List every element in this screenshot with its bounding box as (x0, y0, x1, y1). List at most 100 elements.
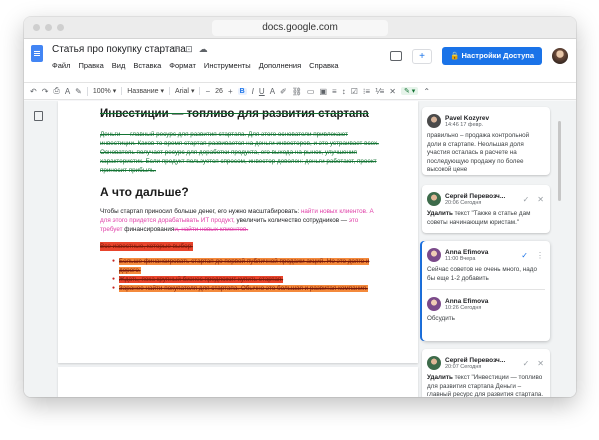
reply-text: Обсудить (427, 315, 455, 322)
comment-history-icon[interactable] (390, 51, 403, 61)
spellcheck-icon[interactable]: A (65, 87, 70, 96)
cloud-status-icon[interactable]: ☁ (199, 44, 208, 55)
text-color-icon[interactable]: A (270, 87, 275, 96)
italic-icon[interactable]: I (252, 87, 254, 96)
zoom-select[interactable]: 100% ▾ (93, 87, 123, 95)
comment-author: Anna Efimova (445, 248, 489, 256)
link-icon[interactable]: ⛓ (292, 87, 302, 96)
bold-icon[interactable]: B (237, 87, 247, 95)
add-comment-icon[interactable]: + (412, 48, 433, 64)
list-item[interactable]: Заранее найти покупателя для стартапа. О… (112, 284, 382, 293)
comment-meta: Сергей Перевозч... 20:07 Сегодня (445, 357, 505, 370)
suggestion-card[interactable]: Сергей Перевозч... 20:07 Сегодня ✓ ✕ Уда… (422, 349, 550, 397)
list-item[interactable]: Ждать, пока крупный бизнес предложит куп… (112, 275, 382, 284)
font-select[interactable]: Arial ▾ (174, 87, 201, 95)
line-spacing-icon[interactable]: ↕ (342, 87, 346, 96)
highlighted-line[interactable]: Все известные, которые выбор: (100, 242, 193, 251)
style-value: Название (127, 88, 159, 95)
image-icon[interactable]: ▣ (319, 87, 327, 96)
avatar (427, 192, 441, 206)
avatar (427, 248, 441, 262)
numbered-list-icon[interactable]: ⅟≡ (375, 87, 384, 96)
underline-icon[interactable]: U (259, 87, 265, 96)
menu-addons[interactable]: Дополнения (259, 61, 301, 70)
menu-file[interactable]: Файл (52, 61, 70, 70)
menu-view[interactable]: Вид (112, 61, 126, 70)
font-value: Arial (174, 88, 189, 95)
menu-format[interactable]: Формат (169, 61, 196, 70)
document-body[interactable]: Инвестиции — топливо для развития старта… (100, 107, 382, 293)
share-button[interactable]: 🔒 Настройки Доступа (442, 47, 542, 65)
header-actions: + 🔒 Настройки Доступа (390, 47, 568, 65)
menu-tools[interactable]: Инструменты (204, 61, 251, 70)
docs-logo-icon[interactable] (31, 45, 43, 62)
document-page[interactable]: Инвестиции — топливо для развития старта… (58, 101, 418, 363)
heading-deleted[interactable]: Инвестиции — топливо для развития старта… (100, 107, 382, 122)
comment-author: Сергей Перевозч... (445, 192, 506, 200)
comment-meta: Сергей Перевозч... 20:06 Сегодня (445, 193, 505, 206)
address-bar[interactable]: docs.google.com (212, 20, 388, 36)
star-icon[interactable]: ☆ (171, 44, 179, 55)
more-options-icon[interactable]: ⋮ (536, 251, 544, 260)
close-window-icon[interactable] (33, 24, 40, 31)
clear-format-icon[interactable]: ✕ (389, 87, 396, 96)
accept-suggestion-icon[interactable]: ✓ (523, 359, 530, 368)
text-run: увеличить количество сотрудников — (234, 217, 349, 224)
sidebar-scrollbar[interactable] (558, 121, 561, 201)
print-icon[interactable]: ⎙ (53, 86, 59, 96)
resolve-comment-icon[interactable]: ✓ (521, 251, 528, 260)
comment-thread-card[interactable]: Anna Efimova 11:00 Вчера ✓ ⋮ Сейчас сове… (422, 241, 550, 341)
menu-bar: Файл Правка Вид Вставка Формат Инструмен… (52, 61, 339, 70)
list-item-text: Ждать, пока крупный бизнес предложит куп… (119, 276, 284, 283)
minimize-window-icon[interactable] (45, 24, 52, 31)
comment-author: Сергей Перевозч... (445, 356, 506, 364)
undo-icon[interactable]: ↶ (30, 87, 37, 96)
browser-window: docs.google.com Статья про покупку старт… (24, 17, 576, 397)
document-outline-icon[interactable] (34, 111, 43, 121)
suggesting-mode-icon[interactable]: ✎ ▾ (401, 87, 419, 95)
reply-author: Anna Efimova (445, 297, 489, 305)
suggestion-text: Удалить текст "Инвестиции — топливо для … (427, 374, 545, 397)
reply-date: 10:26 Сегодня (445, 304, 482, 311)
menu-insert[interactable]: Вставка (133, 61, 161, 70)
paint-format-icon[interactable]: ✎ (75, 86, 88, 96)
document-title[interactable]: Статья про покупку стартапа (52, 44, 186, 55)
avatar (427, 114, 441, 128)
comment-card[interactable]: Pavel Kozyrev 14:46 17 февр. правильно –… (422, 107, 550, 175)
reject-suggestion-icon[interactable]: ✕ (537, 195, 544, 204)
comment-icon[interactable]: ▭ (307, 87, 315, 96)
reply-meta: Anna Efimova 10:26 Сегодня (445, 298, 488, 311)
suggested-deletion: и, найти новых клиентов. (174, 226, 249, 233)
title-icons: ☆ ⊡ ☁ (171, 44, 208, 55)
align-icon[interactable]: ≡ (332, 87, 337, 96)
accept-suggestion-icon[interactable]: ✓ (523, 195, 530, 204)
redo-icon[interactable]: ↷ (42, 87, 49, 96)
list-item[interactable]: Больше финансировать стартап до первой п… (112, 257, 382, 275)
collapse-menu-icon[interactable]: ⌃ (423, 87, 430, 96)
paragraph-deleted[interactable]: Деньги — главный ресурс для развития ста… (100, 130, 382, 175)
avatar (427, 356, 441, 370)
comment-author: Pavel Kozyrev (445, 114, 490, 122)
checklist-icon[interactable]: ☑ (351, 87, 358, 96)
increase-font-icon[interactable]: + (228, 87, 233, 96)
reply-header: Anna Efimova 10:26 Сегодня (427, 296, 545, 312)
suggestion-card[interactable]: Сергей Перевозч... 20:06 Сегодня ✓ ✕ Уда… (422, 185, 550, 233)
reject-suggestion-icon[interactable]: ✕ (537, 359, 544, 368)
menu-edit[interactable]: Правка (78, 61, 103, 70)
paragraph-scaling[interactable]: Чтобы стартап приносил больше денег, его… (100, 207, 382, 234)
suggestion-action: Удалить (427, 210, 453, 217)
document-page-2[interactable] (58, 367, 418, 397)
suggestion-actions: ✓ ✕ (523, 195, 544, 204)
heading-what-next[interactable]: А что дальше? (100, 185, 382, 199)
decrease-font-icon[interactable]: − (205, 87, 210, 96)
account-avatar[interactable] (552, 48, 568, 64)
menu-help[interactable]: Справка (309, 61, 338, 70)
bulleted-list-icon[interactable]: ⁝≡ (363, 87, 370, 96)
move-folder-icon[interactable]: ⊡ (185, 44, 193, 55)
document-workspace: Инвестиции — топливо для развития старта… (24, 101, 576, 397)
highlight-icon[interactable]: ✐ (280, 87, 287, 96)
maximize-window-icon[interactable] (57, 24, 64, 31)
font-size-input[interactable]: 26 (215, 88, 223, 95)
list-item-text: Больше финансировать стартап до первой п… (119, 258, 370, 274)
style-select[interactable]: Название ▾ (127, 87, 170, 95)
